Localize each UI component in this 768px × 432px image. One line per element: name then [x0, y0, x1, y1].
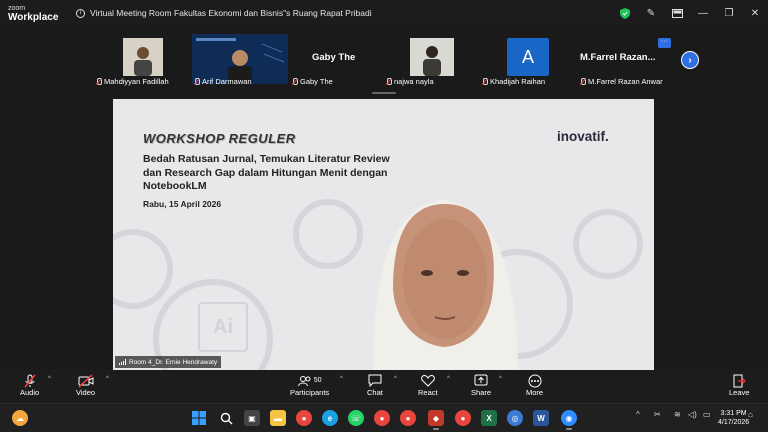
speaker-person	[373, 199, 518, 370]
gear-decoration	[573, 209, 643, 279]
title-bar: zoom Workplace i Virtual Meeting Room Fa…	[0, 0, 768, 26]
more-icon	[528, 373, 542, 388]
inovatif-logo: inovatif.	[557, 129, 609, 144]
tray-app-icon[interactable]: ✂	[654, 410, 661, 419]
participant-strip: Mahdiyyan Fadillah Arif Darmawan Gaby Th…	[0, 26, 768, 92]
chrome-profile-icon[interactable]: ●	[455, 410, 471, 426]
slide-heading: WORKSHOP REGULER	[143, 131, 296, 146]
participant-tile[interactable]: najwa nayla	[386, 34, 478, 86]
chrome-profile-icon[interactable]: ●	[400, 410, 416, 426]
share-options-caret[interactable]: ^	[499, 376, 502, 382]
file-explorer-icon[interactable]: ▬	[270, 410, 286, 426]
audio-button[interactable]: Audio	[20, 373, 39, 397]
participants-options-caret[interactable]: ^	[340, 376, 343, 382]
video-options-caret[interactable]: ^	[106, 376, 109, 382]
system-clock[interactable]: 3:31 PM 4/17/2026	[718, 409, 749, 427]
participant-tile[interactable]: ··· M.Farrel Razan... M.Farrel Razan Anw…	[580, 34, 680, 86]
speaker-name-tag: Room 4_Dr. Ernie Hendrawaty	[115, 356, 222, 368]
slide-date: Rabu, 15 April 2026	[143, 199, 222, 209]
more-options-icon[interactable]: ···	[658, 38, 671, 48]
task-view-icon[interactable]: ▣	[244, 410, 260, 426]
participant-name: M.Farrel Razan Anwar	[580, 77, 663, 86]
video-button[interactable]: Video	[76, 373, 95, 397]
participant-tile[interactable]: Gaby The Gaby The	[292, 34, 384, 86]
leave-icon	[732, 373, 747, 388]
windows-taskbar: ☁ ▣ ▬ ● e ☏ ● ● ◆ ● X ◎ W ◉ ^ ✂ ≋ ◁) ▭ 3…	[0, 403, 768, 432]
participant-display-name: M.Farrel Razan...	[580, 52, 656, 63]
app-icon[interactable]: ◆	[428, 410, 444, 430]
participant-video	[123, 38, 163, 76]
participant-video	[410, 38, 454, 76]
participant-display-name: Gaby The	[312, 52, 356, 63]
share-screen-icon	[474, 373, 488, 388]
brand-name: Workplace	[8, 12, 59, 23]
word-icon[interactable]: W	[533, 410, 549, 426]
leave-button[interactable]: Leave	[729, 373, 749, 397]
react-options-caret[interactable]: ^	[447, 376, 450, 382]
meeting-title[interactable]: i Virtual Meeting Room Fakultas Ekonomi …	[76, 8, 372, 18]
meeting-title-text: Virtual Meeting Room Fakultas Ekonomi da…	[90, 8, 372, 18]
mic-muted-icon	[386, 78, 392, 85]
close-icon[interactable]: ✕	[742, 0, 768, 26]
participant-name: Khadijah Raihan	[482, 77, 545, 86]
gallery-view-icon[interactable]	[664, 0, 690, 26]
globe-icon[interactable]: ◎	[507, 410, 523, 426]
tray-overflow-icon[interactable]: ^	[636, 410, 640, 419]
mic-muted-icon	[482, 78, 488, 85]
mic-muted-icon	[580, 78, 586, 85]
strip-resize-handle[interactable]	[372, 92, 396, 94]
zoom-taskbar-icon[interactable]: ◉	[561, 410, 577, 430]
excel-icon[interactable]: X	[481, 410, 497, 426]
heart-icon	[420, 373, 435, 388]
participant-avatar: A	[507, 38, 549, 76]
whatsapp-icon[interactable]: ☏	[348, 410, 364, 426]
windows-start-icon[interactable]	[191, 410, 207, 426]
react-button[interactable]: React	[418, 373, 438, 397]
mic-muted-icon	[23, 373, 37, 388]
chrome-profile-icon[interactable]: ●	[374, 410, 390, 426]
notifications-icon[interactable]: ⌂	[748, 410, 753, 419]
minimize-icon[interactable]: —	[690, 0, 716, 26]
participants-button[interactable]: 50 Participants	[290, 373, 329, 397]
ai-chip-icon: Ai	[198, 302, 248, 352]
mic-muted-icon	[194, 78, 200, 85]
participant-name: Gaby The	[292, 77, 333, 86]
chat-options-caret[interactable]: ^	[394, 376, 397, 382]
participant-tile[interactable]: Mahdiyyan Fadillah	[96, 34, 188, 86]
volume-icon[interactable]: ◁)	[688, 410, 697, 419]
participants-count: 50	[313, 377, 322, 384]
signal-strength-icon	[119, 359, 126, 365]
search-icon[interactable]	[218, 410, 234, 426]
participant-tile[interactable]: A Khadijah Raihan	[480, 34, 572, 86]
info-icon[interactable]: i	[76, 8, 85, 18]
share-button[interactable]: Share	[471, 373, 491, 397]
battery-icon[interactable]: ▭	[703, 410, 711, 419]
zoom-logo: zoom Workplace	[0, 4, 66, 23]
audio-options-caret[interactable]: ^	[48, 376, 51, 382]
next-page-button[interactable]: ›	[681, 51, 699, 69]
participant-name: Arif Darmawan	[194, 77, 252, 86]
participant-tile[interactable]: Arif Darmawan	[192, 34, 288, 86]
gear-decoration	[113, 229, 173, 309]
participants-icon: 50	[297, 373, 322, 388]
more-button[interactable]: More	[526, 373, 543, 397]
participant-name: najwa nayla	[386, 77, 434, 86]
edge-icon[interactable]: e	[322, 410, 338, 426]
annotate-icon[interactable]: ✎	[638, 0, 664, 26]
wifi-icon[interactable]: ≋	[674, 410, 681, 419]
video-off-icon	[78, 373, 94, 388]
chat-button[interactable]: Chat	[367, 373, 383, 397]
shield-icon[interactable]	[612, 0, 638, 26]
participant-name: Mahdiyyan Fadillah	[96, 77, 169, 86]
active-speaker-video: Ai WORKSHOP REGULER Bedah Ratusan Jurnal…	[113, 99, 654, 370]
mic-muted-icon	[292, 78, 298, 85]
chrome-icon[interactable]: ●	[296, 410, 312, 426]
mic-muted-icon	[96, 78, 102, 85]
chat-icon	[368, 373, 382, 388]
weather-widget-icon[interactable]: ☁	[12, 410, 28, 426]
restore-icon[interactable]: ❐	[716, 0, 742, 26]
meeting-toolbar: Audio ^ Video ^ 50 Participants ^ Chat ^…	[0, 370, 768, 403]
